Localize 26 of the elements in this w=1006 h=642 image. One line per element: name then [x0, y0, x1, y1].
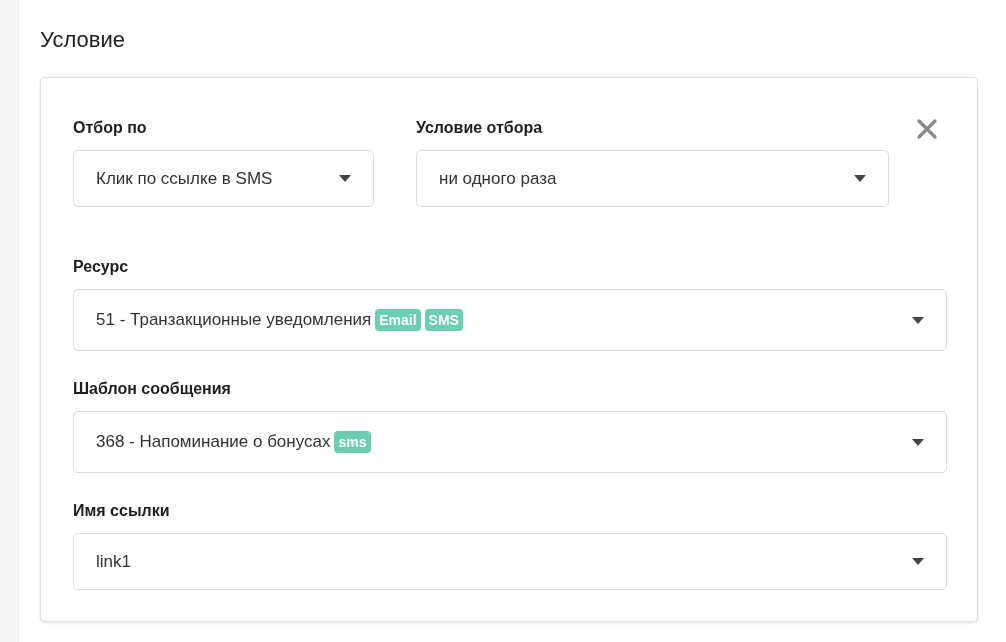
- caret-icon: [854, 175, 866, 182]
- dropdown-select[interactable]: ни одного раза: [416, 150, 889, 207]
- close-icon: [916, 118, 938, 140]
- dropdown-select[interactable]: 51 - Транзакционные уведомления Email SMS: [73, 289, 947, 351]
- selected-value: link1: [96, 551, 131, 572]
- field-label: Условие отбора: [416, 118, 544, 138]
- selected-value: ни одного раза: [439, 168, 557, 189]
- caret-icon: [339, 175, 351, 182]
- dropdown-select[interactable]: 368 - Напоминание о бонусах sms: [73, 411, 947, 473]
- channel-tag: SMS: [424, 309, 463, 331]
- dropdown-select[interactable]: Клик по ссылке в SMS: [73, 150, 374, 207]
- dropdown-select[interactable]: link1: [73, 533, 947, 590]
- selected-value: 51 - Транзакционные уведомления: [96, 310, 372, 330]
- close-button[interactable]: [916, 118, 938, 140]
- field-label: Отбор по: [73, 118, 148, 138]
- field-label: Имя ссылки: [73, 501, 171, 521]
- channel-tag: sms: [334, 431, 371, 453]
- caret-icon: [912, 438, 924, 446]
- caret-icon: [912, 316, 924, 324]
- caret-icon: [912, 558, 924, 565]
- section-heading: Условие: [40, 27, 127, 53]
- selected-value: Клик по ссылке в SMS: [96, 168, 273, 189]
- field-label: Шаблон сообщения: [73, 379, 232, 399]
- field-label: Ресурс: [73, 257, 130, 277]
- channel-tag: Email: [375, 309, 421, 331]
- selected-value: 368 - Напоминание о бонусах: [96, 432, 331, 452]
